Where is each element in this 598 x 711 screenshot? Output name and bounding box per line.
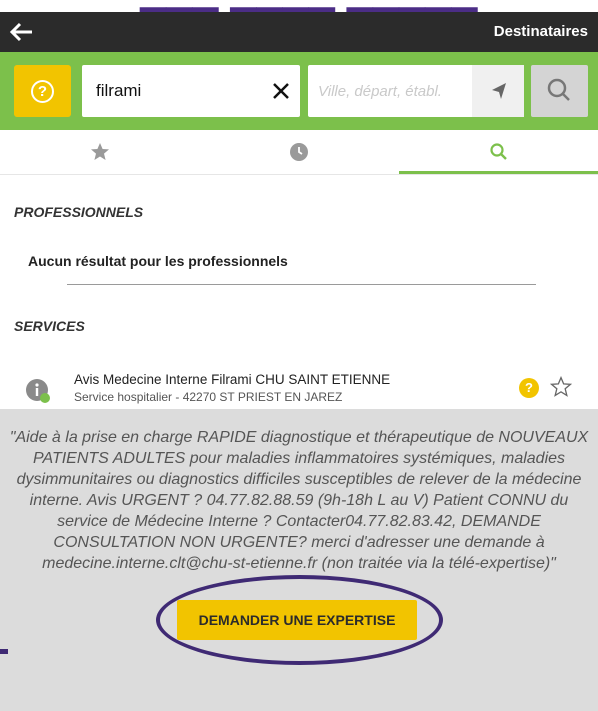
search-icon bbox=[490, 143, 507, 160]
star-outline-icon bbox=[549, 375, 573, 397]
favorite-toggle[interactable] bbox=[549, 375, 573, 398]
app-header: Destinataires bbox=[0, 12, 598, 52]
service-name: Avis Medecine Interne Filrami CHU SAINT … bbox=[74, 372, 391, 387]
question-circle-icon[interactable]: ? bbox=[519, 378, 539, 398]
tab-divider bbox=[0, 174, 598, 175]
search-icon bbox=[547, 78, 570, 101]
tab-bar bbox=[0, 130, 598, 175]
location-arrow-icon bbox=[492, 83, 506, 99]
service-detail-panel: "Aide à la prise en charge RAPIDE diagno… bbox=[0, 409, 598, 711]
request-expertise-button[interactable]: DEMANDER UNE EXPERTISE bbox=[177, 600, 417, 640]
service-description: "Aide à la prise en charge RAPIDE diagno… bbox=[9, 429, 589, 572]
location-field bbox=[308, 65, 524, 117]
clear-query-button[interactable] bbox=[270, 80, 292, 102]
tab-history[interactable] bbox=[199, 130, 398, 175]
close-icon bbox=[273, 83, 289, 99]
cropped-title-decoration: ▂▂▂ ▂▂▂▂ ▂▂▂▂▂ bbox=[140, 0, 477, 12]
side-annotation-mark bbox=[0, 649, 8, 654]
back-button[interactable] bbox=[8, 18, 38, 46]
service-info-icon bbox=[26, 379, 50, 403]
star-icon bbox=[91, 143, 109, 160]
service-result-row[interactable]: Avis Medecine Interne Filrami CHU SAINT … bbox=[0, 365, 598, 409]
header-title: Destinataires bbox=[493, 23, 588, 40]
clock-icon bbox=[290, 143, 308, 161]
arrow-left-icon bbox=[9, 22, 32, 42]
search-button[interactable] bbox=[531, 65, 588, 117]
tab-favorites[interactable] bbox=[0, 130, 199, 175]
search-bar: ? filrami bbox=[0, 52, 598, 130]
top-decoration-strip: ▂▂▂ ▂▂▂▂ ▂▂▂▂▂ bbox=[0, 0, 598, 12]
query-field[interactable]: filrami bbox=[82, 65, 300, 117]
question-circle-icon: ? bbox=[31, 80, 54, 103]
service-subtitle: Service hospitalier - 42270 ST PRIEST EN… bbox=[74, 390, 343, 404]
section-divider bbox=[67, 284, 536, 285]
professionals-section-title: PROFESSIONNELS bbox=[14, 204, 144, 220]
geolocate-button[interactable] bbox=[472, 65, 524, 117]
professionals-empty-message: Aucun résultat pour les professionnels bbox=[28, 253, 288, 269]
tab-search[interactable] bbox=[399, 130, 598, 175]
query-text: filrami bbox=[96, 81, 142, 100]
help-button[interactable]: ? bbox=[14, 65, 71, 117]
location-input[interactable] bbox=[308, 65, 468, 117]
services-section-title: SERVICES bbox=[14, 318, 85, 334]
